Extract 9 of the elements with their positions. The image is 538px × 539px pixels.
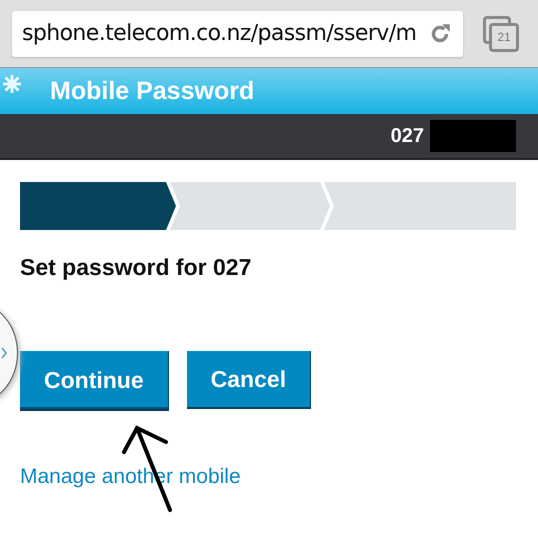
- address-bar[interactable]: sphone.telecom.co.nz/passm/sserv/m: [12, 10, 463, 56]
- chevron-icon: [1, 347, 7, 359]
- continue-button[interactable]: Continue: [20, 351, 169, 411]
- page-title: Mobile Password: [50, 76, 254, 106]
- heading: Set password for 027: [20, 254, 252, 281]
- cancel-button[interactable]: Cancel: [186, 351, 312, 409]
- mobile-number: 027: [390, 124, 424, 148]
- url-text: sphone.telecom.co.nz/passm/sserv/m: [22, 21, 418, 46]
- sparkle-icon: [2, 74, 22, 94]
